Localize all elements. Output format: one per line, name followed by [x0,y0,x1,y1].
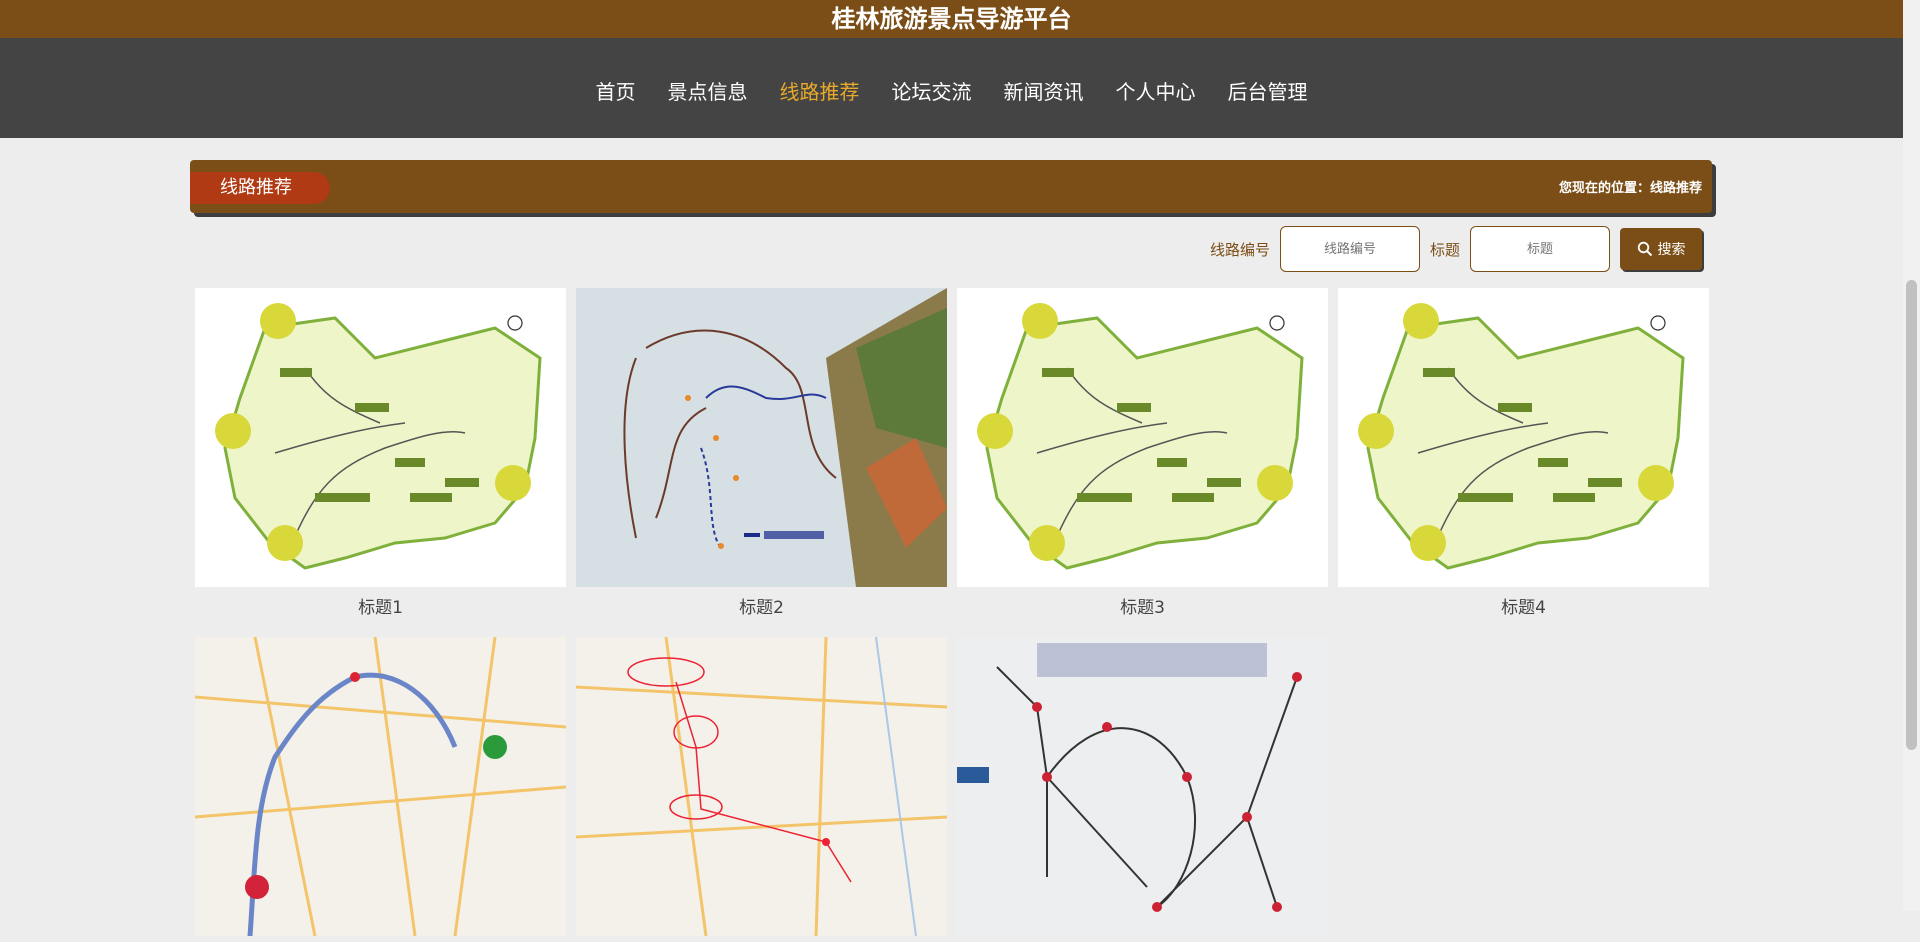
route-map-image [957,637,1328,936]
scrollbar-thumb[interactable] [1906,280,1917,750]
route-map-image [576,637,947,936]
section-title: 线路推荐 [190,172,330,204]
route-map-image [576,288,947,587]
site-header: 桂林旅游景点导游平台 [0,0,1903,38]
page-scrollbar[interactable] [1903,0,1920,911]
section-banner: 线路推荐 您现在的位置：线路推荐 [190,160,1712,213]
breadcrumb: 您现在的位置：线路推荐 [1558,181,1702,196]
nav-item-attractions[interactable]: 景点信息 [668,74,748,110]
nav-item-forum[interactable]: 论坛交流 [892,74,972,110]
route-map-image [1338,288,1709,587]
search-button[interactable]: 搜索 [1620,228,1702,270]
search-button-label: 搜索 [1657,242,1686,258]
main-navigation: 首页 景点信息 线路推荐 论坛交流 新闻资讯 个人中心 后台管理 [0,38,1903,138]
nav-item-news[interactable]: 新闻资讯 [1004,74,1084,110]
route-card[interactable] [957,637,1328,942]
title-label: 标题 [1429,240,1460,259]
route-map-image [195,637,566,936]
search-bar: 线路编号 标题 搜索 [1210,226,1702,272]
route-card[interactable]: 标题1 [195,288,566,618]
nav-item-profile[interactable]: 个人中心 [1116,74,1196,110]
title-input[interactable] [1470,226,1610,272]
route-map-image [195,288,566,587]
route-map-image [957,288,1328,587]
route-title: 标题4 [1501,598,1546,618]
route-number-input[interactable] [1279,226,1420,272]
route-card[interactable]: 标题4 [1338,288,1709,618]
nav-item-routes[interactable]: 线路推荐 [780,74,860,110]
site-title: 桂林旅游景点导游平台 [831,5,1072,33]
route-title: 标题3 [1120,598,1165,618]
route-card[interactable] [195,637,566,942]
route-number-label: 线路编号 [1209,240,1270,259]
route-card[interactable] [576,637,947,942]
nav-menu: 首页 景点信息 线路推荐 论坛交流 新闻资讯 个人中心 后台管理 [0,74,1903,110]
nav-item-home[interactable]: 首页 [596,74,636,110]
route-title: 标题2 [739,598,784,618]
route-title: 标题1 [358,598,403,618]
route-card[interactable]: 标题3 [957,288,1328,618]
route-card[interactable]: 标题2 [576,288,947,618]
nav-item-admin[interactable]: 后台管理 [1228,74,1308,110]
search-icon [1637,241,1652,257]
